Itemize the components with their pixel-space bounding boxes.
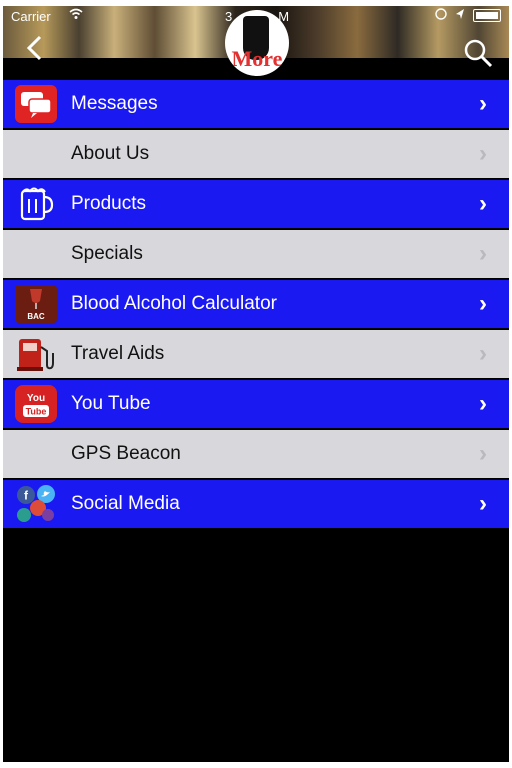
chevron-right-icon: › (479, 390, 487, 417)
chevron-right-icon: › (479, 140, 487, 167)
chevron-right-icon: › (479, 440, 487, 467)
menu-item-label: Social Media (71, 493, 180, 514)
chevron-right-icon: › (479, 90, 487, 117)
menu-item-social-media[interactable]: f Social Media › (3, 480, 509, 528)
carrier-label: Carrier (11, 9, 51, 24)
social-media-icon: f (15, 484, 57, 524)
back-button[interactable] (23, 34, 55, 66)
menu-item-label: Messages (71, 93, 158, 114)
menu-item-label: Products (71, 193, 146, 214)
menu-item-products[interactable]: Products › (3, 180, 509, 228)
lock-rotation-icon (435, 8, 447, 23)
location-icon (455, 8, 465, 23)
app-logo: More (225, 10, 289, 76)
menu-item-about-us[interactable]: About Us › (3, 130, 509, 178)
gas-pump-icon (15, 334, 57, 374)
menu-item-specials[interactable]: Specials › (3, 230, 509, 278)
menu-item-label: Blood Alcohol Calculator (71, 293, 277, 314)
beer-mug-icon (15, 184, 57, 224)
menu-item-label: You Tube (71, 393, 151, 414)
device-frame: Carrier 3M More Messages › About Us › Pr… (0, 0, 512, 768)
chevron-right-icon: › (479, 290, 487, 317)
messages-icon (15, 84, 57, 124)
menu-item-label: GPS Beacon (71, 443, 181, 464)
wifi-icon (69, 8, 83, 23)
menu-item-label: Travel Aids (71, 343, 165, 364)
menu-item-gps-beacon[interactable]: GPS Beacon › (3, 430, 509, 478)
youtube-icon-text-tube: Tube (26, 407, 47, 417)
chevron-right-icon: › (479, 340, 487, 367)
youtube-icon: You Tube (15, 384, 57, 424)
menu-item-label: Specials (71, 243, 143, 264)
bac-icon-text: BAC (27, 312, 45, 321)
youtube-icon-text: You (27, 393, 45, 404)
chevron-right-icon: › (479, 190, 487, 217)
menu-item-label: About Us (71, 143, 150, 164)
status-right (435, 8, 501, 23)
bac-wine-glass-icon: BAC (15, 284, 57, 324)
menu-item-messages[interactable]: Messages › (3, 80, 509, 128)
app-screen: Carrier 3M More Messages › About Us › Pr… (3, 6, 509, 762)
battery-icon (473, 9, 501, 22)
chevron-left-icon (26, 35, 42, 61)
chevron-right-icon: › (479, 490, 487, 517)
chevron-right-icon: › (479, 240, 487, 267)
search-icon (464, 39, 493, 68)
search-button[interactable] (463, 38, 493, 68)
logo-text: More (231, 46, 283, 71)
menu-item-blood-alcohol-calculator[interactable]: BAC Blood Alcohol Calculator › (3, 280, 509, 328)
menu-item-travel-aids[interactable]: Travel Aids › (3, 330, 509, 378)
menu-list: Messages › About Us › Products › Special… (3, 80, 509, 530)
menu-item-you-tube[interactable]: You Tube You Tube › (3, 380, 509, 428)
